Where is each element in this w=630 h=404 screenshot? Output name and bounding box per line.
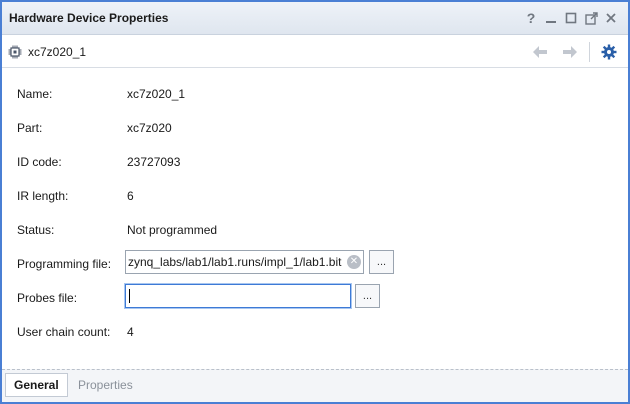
restore-icon[interactable] (564, 10, 578, 26)
chip-icon (8, 45, 22, 59)
programming-file-value: zynq_labs/lab1/lab1.runs/impl_1/lab1.bit (128, 255, 342, 269)
name-label: Name: (17, 87, 53, 101)
arrow-left-icon[interactable] (529, 42, 551, 62)
tab-general[interactable]: General (5, 373, 68, 397)
toolbar-separator (589, 42, 590, 62)
device-name: xc7z020_1 (28, 45, 87, 59)
tab-bar: General Properties (2, 369, 628, 402)
programming-file-input[interactable]: zynq_labs/lab1/lab1.runs/impl_1/lab1.bit… (125, 250, 364, 274)
probes-file-input[interactable] (125, 284, 351, 308)
text-cursor (129, 289, 130, 303)
tab-properties[interactable]: Properties (70, 373, 141, 397)
gear-icon[interactable] (598, 42, 620, 62)
probes-file-label: Probes file: (17, 291, 78, 305)
help-icon[interactable]: ? (524, 10, 538, 26)
probes-file-browse-button[interactable]: ... (355, 284, 380, 308)
id-code-label: ID code: (17, 155, 62, 169)
user-chain-count-label: User chain count: (17, 325, 111, 339)
property-row-programming-file: Programming file: zynq_labs/lab1/lab1.ru… (17, 250, 417, 277)
ir-length-value: 6 (127, 189, 134, 203)
id-code-value: 23727093 (127, 155, 181, 169)
float-icon[interactable] (584, 10, 598, 26)
device-toolbar: xc7z020_1 (2, 36, 628, 68)
clear-icon[interactable]: ✕ (347, 255, 361, 269)
close-icon[interactable] (604, 10, 618, 26)
name-value: xc7z020_1 (127, 87, 186, 101)
programming-file-browse-button[interactable]: ... (369, 250, 394, 274)
properties-panel: Name: xc7z020_1 Part: xc7z020 ID code: 2… (2, 69, 628, 369)
minimize-icon[interactable] (544, 10, 558, 26)
status-label: Status: (17, 223, 55, 237)
title-bar: Hardware Device Properties ? (2, 2, 628, 35)
hardware-device-properties-window: Hardware Device Properties ? xc7z020_1 N… (0, 0, 630, 404)
user-chain-count-value: 4 (127, 325, 134, 339)
window-controls: ? (524, 10, 618, 26)
property-row-probes-file: Probes file: ... (17, 284, 417, 311)
part-label: Part: (17, 121, 43, 135)
programming-file-label: Programming file: (17, 257, 112, 271)
ir-length-label: IR length: (17, 189, 69, 203)
part-value: xc7z020 (127, 121, 172, 135)
status-value: Not programmed (127, 223, 218, 237)
arrow-right-icon[interactable] (559, 42, 581, 62)
window-title: Hardware Device Properties (9, 11, 169, 25)
toolbar-actions (521, 42, 620, 62)
